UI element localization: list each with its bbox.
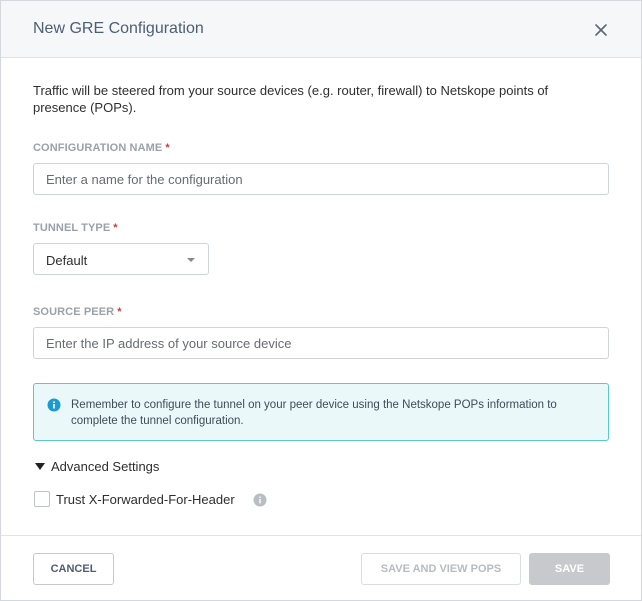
source-peer-input[interactable] <box>33 327 609 359</box>
info-circle-icon[interactable] <box>253 493 267 507</box>
tunnel-type-label: TUNNEL TYPE * <box>33 222 118 234</box>
cancel-button[interactable]: CANCEL <box>33 553 114 585</box>
trust-xff-label[interactable]: Trust X-Forwarded-For-Header <box>56 492 235 507</box>
info-callout: Remember to configure the tunnel on your… <box>33 383 609 441</box>
advanced-settings-label: Advanced Settings <box>51 459 160 474</box>
config-name-input[interactable] <box>33 163 609 195</box>
save-and-view-pops-button[interactable]: SAVE AND VIEW POPS <box>361 553 521 585</box>
caret-down-icon <box>35 463 45 470</box>
tunnel-type-label-text: TUNNEL TYPE <box>33 222 111 234</box>
dialog-footer: CANCEL SAVE AND VIEW POPS SAVE <box>1 535 641 600</box>
tunnel-type-select[interactable]: Default <box>33 243 209 275</box>
close-icon <box>595 24 607 36</box>
info-text: Remember to configure the tunnel on your… <box>71 399 557 427</box>
dialog-header: New GRE Configuration <box>1 1 641 58</box>
required-mark: * <box>165 142 170 154</box>
source-peer-label-text: SOURCE PEER <box>33 306 115 318</box>
required-mark: * <box>113 222 118 234</box>
caret-down-icon <box>187 258 195 262</box>
new-gre-configuration-dialog: New GRE Configuration Traffic will be st… <box>0 0 642 601</box>
advanced-settings-toggle[interactable]: Advanced Settings <box>35 459 159 474</box>
info-icon <box>47 398 61 412</box>
required-mark: * <box>117 306 122 318</box>
config-name-label: CONFIGURATION NAME * <box>33 142 170 154</box>
dialog-title: New GRE Configuration <box>33 20 204 37</box>
save-button[interactable]: SAVE <box>529 553 610 585</box>
trust-xff-checkbox[interactable] <box>34 491 50 507</box>
tunnel-type-value: Default <box>46 253 88 268</box>
source-peer-label: SOURCE PEER * <box>33 306 122 318</box>
config-name-label-text: CONFIGURATION NAME <box>33 142 163 154</box>
close-button[interactable] <box>589 18 613 42</box>
dialog-description: Traffic will be steered from your source… <box>33 83 549 115</box>
